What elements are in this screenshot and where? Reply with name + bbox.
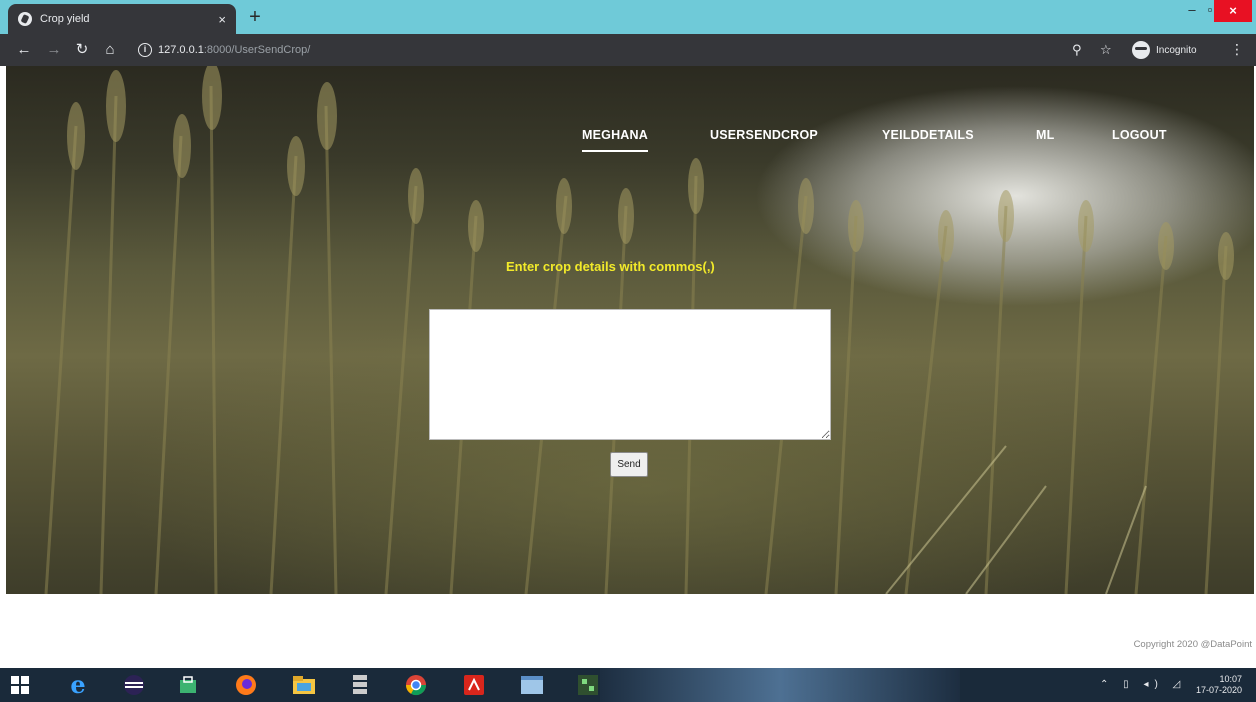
crop-details-textarea[interactable]: [429, 309, 831, 440]
clock-date: 17-07-2020: [1195, 685, 1242, 695]
send-button[interactable]: Send: [610, 452, 648, 477]
hero-background: MEGHANA USERSENDCROP YEILDDETAILS ML LOG…: [6, 66, 1254, 594]
windows-start-icon[interactable]: [6, 672, 34, 698]
menu-kebab-icon[interactable]: ⋮: [1230, 41, 1244, 58]
bookmark-star-icon[interactable]: ☆: [1100, 42, 1112, 58]
crop-details-label: Enter crop details with commos(,): [506, 259, 715, 274]
url-host: 127.0.0.1: [158, 44, 204, 56]
window-close-button[interactable]: ×: [1214, 0, 1252, 22]
eclipse-icon[interactable]: [120, 672, 148, 698]
back-arrow-icon[interactable]: ←: [14, 40, 34, 60]
site-info-icon[interactable]: i: [138, 43, 152, 58]
new-tab-button[interactable]: +: [244, 6, 266, 28]
nav-link-meghana[interactable]: MEGHANA: [582, 128, 648, 152]
store-icon[interactable]: [174, 672, 202, 698]
clock-time: 10:07: [1219, 674, 1242, 684]
address-bar[interactable]: i 127.0.0.1:8000/UserSendCrop/: [138, 39, 1058, 61]
incognito-label: Incognito: [1156, 44, 1197, 56]
firefox-icon[interactable]: [232, 672, 260, 698]
incognito-indicator[interactable]: Incognito: [1132, 41, 1197, 59]
nav-link-ml[interactable]: ML: [1036, 128, 1054, 142]
taskbar-wallpaper-glow: [600, 668, 960, 702]
database-icon[interactable]: [346, 672, 374, 698]
nav-link-yeilddetails[interactable]: YEILDDETAILS: [882, 128, 974, 142]
system-clock[interactable]: 10:07 17-07-2020: [1196, 674, 1242, 696]
zoom-icon[interactable]: ⚲: [1072, 42, 1082, 58]
browser-tabstrip: Crop yield × + – ▫ ×: [0, 0, 1256, 34]
tab-title: Crop yield: [40, 13, 90, 25]
forward-arrow-icon[interactable]: →: [44, 40, 64, 60]
nav-link-logout[interactable]: LOGOUT: [1112, 128, 1167, 142]
nav-link-usersendcrop[interactable]: USERSENDCROP: [710, 128, 818, 142]
url-path: :8000/UserSendCrop/: [203, 44, 311, 56]
copyright-text: Copyright 2020 @DataPoint: [1133, 639, 1252, 650]
chrome-favicon-icon: [18, 12, 32, 26]
tab-close-icon[interactable]: ×: [218, 12, 226, 27]
chrome-icon[interactable]: [402, 672, 430, 698]
incognito-icon: [1132, 41, 1150, 59]
windows-taskbar: e ⌃ ▯ ◂) ◿ 10:07 17-07-2020: [0, 668, 1256, 702]
game-app-icon[interactable]: [574, 672, 602, 698]
browser-toolbar: ← → ↻ ⌂ i 127.0.0.1:8000/UserSendCrop/ ⚲ …: [0, 34, 1256, 66]
browser-tab[interactable]: Crop yield ×: [8, 4, 236, 34]
system-tray-icons[interactable]: ⌃ ▯ ◂) ◿: [1100, 679, 1186, 690]
app-window-icon[interactable]: [518, 672, 546, 698]
home-icon[interactable]: ⌂: [100, 40, 120, 60]
file-explorer-icon[interactable]: [290, 672, 318, 698]
acrobat-icon[interactable]: [460, 672, 488, 698]
internet-explorer-icon[interactable]: e: [64, 672, 92, 698]
reload-icon[interactable]: ↻: [72, 40, 92, 60]
